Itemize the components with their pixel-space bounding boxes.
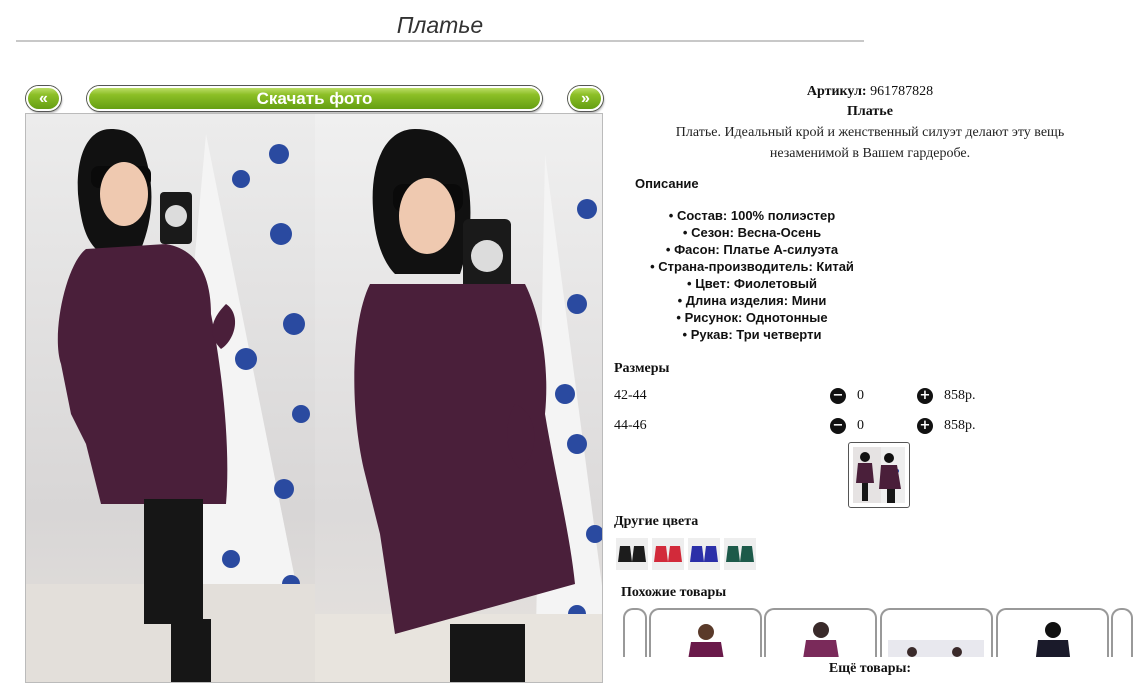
spec-item: Длина изделия: Мини <box>610 292 894 309</box>
color-swatch-green[interactable] <box>724 538 756 570</box>
similar-products-heading: Похожие товары <box>621 585 727 600</box>
download-photo-button[interactable]: Скачать фото <box>87 86 542 111</box>
color-swatch-black[interactable] <box>616 538 648 570</box>
product-description: Платье. Идеальный крой и женственный сил… <box>675 125 1065 161</box>
size-row: 42-44 − 0 + 858р. <box>614 386 1014 408</box>
size-price: 858р. <box>944 388 976 403</box>
plus-icon[interactable]: + <box>917 388 933 404</box>
thumbnail-image <box>853 447 905 503</box>
photo-right-pose <box>315 114 602 682</box>
size-label: 44-46 <box>614 418 647 433</box>
photo-left-pose <box>26 114 316 682</box>
swatch-image-black <box>616 538 648 570</box>
article-value: 961787828 <box>870 84 934 99</box>
spec-item: Страна-производитель: Китай <box>610 258 894 275</box>
spec-item: Фасон: Платье А-силуэта <box>610 241 894 258</box>
photo-left-illustration <box>26 129 316 682</box>
prev-photo-button[interactable]: « <box>26 86 61 111</box>
article-label: Артикул: <box>806 84 867 99</box>
spec-item: Рисунок: Однотонные <box>610 309 894 326</box>
minus-icon[interactable]: − <box>830 418 846 434</box>
color-swatch-red[interactable] <box>652 538 684 570</box>
spec-item: Сезон: Весна-Осень <box>610 224 894 241</box>
description-heading: Описание <box>635 176 699 191</box>
quantity-value: 0 <box>857 418 864 433</box>
spec-item: Состав: 100% полиэстер <box>610 207 894 224</box>
minus-icon[interactable]: − <box>830 388 846 404</box>
sizes-heading: Размеры <box>614 361 670 376</box>
product-name: Платье <box>847 104 893 119</box>
article-line: Артикул: 961787828 <box>610 82 1130 102</box>
product-info: Артикул: 961787828 Платье Платье. Идеаль… <box>610 82 1130 164</box>
spec-list: Состав: 100% полиэстер Сезон: Весна-Осен… <box>610 207 894 343</box>
next-photo-button[interactable]: » <box>568 86 603 111</box>
quantity-value: 0 <box>857 388 864 403</box>
swatch-image-blue <box>688 538 720 570</box>
plus-icon[interactable]: + <box>917 418 933 434</box>
product-thumbnail[interactable] <box>848 442 910 508</box>
color-swatch-blue[interactable] <box>688 538 720 570</box>
other-colors-heading: Другие цвета <box>614 514 699 529</box>
size-row: 44-46 − 0 + 858р. <box>614 416 1014 438</box>
more-products-label[interactable]: Ещё товары: <box>607 657 1133 683</box>
size-price: 858р. <box>944 418 976 433</box>
swatch-image-red <box>652 538 684 570</box>
photo-right-illustration <box>315 129 602 682</box>
spec-item: Рукав: Три четверти <box>610 326 894 343</box>
swatch-image-green <box>724 538 756 570</box>
product-photo[interactable] <box>25 113 603 683</box>
page-title: Платье <box>16 8 864 42</box>
spec-item: Цвет: Фиолетовый <box>610 275 894 292</box>
size-label: 42-44 <box>614 388 647 403</box>
